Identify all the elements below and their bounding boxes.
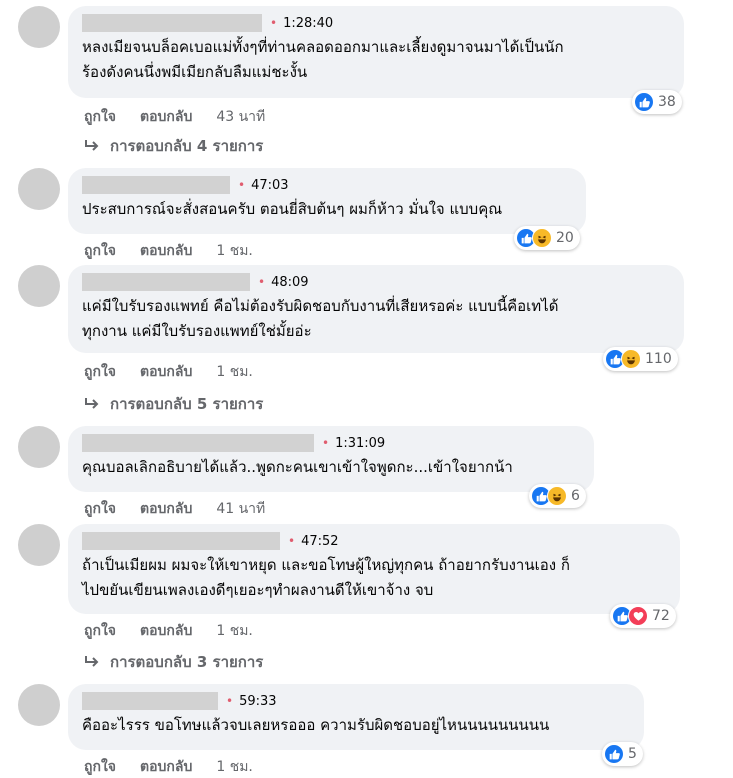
comment-text: คืออะไรรร ขอโทษแล้วจบเลยหรอออ ความรับผิด… (82, 716, 550, 734)
reaction-count: 6 (571, 488, 580, 504)
like-button[interactable]: ถูกใจ (84, 361, 116, 383)
comment-time[interactable]: 48:09 (271, 275, 308, 290)
comment-bubble: • 1:31:09 คุณบอลเลิกอธิบายได้แล้ว..พูดกะ… (68, 426, 594, 492)
reply-arrow-icon (85, 656, 99, 667)
dot-separator: • (288, 534, 296, 548)
view-replies-link[interactable]: การตอบกลับ 4 รายการ (84, 134, 263, 158)
reaction-count: 110 (645, 351, 672, 367)
reply-button[interactable]: ตอบกลับ (140, 106, 192, 128)
like-reaction-icon (604, 744, 624, 764)
comment-bubble: • 59:33 คืออะไรรร ขอโทษแล้วจบเลยหรอออ คว… (68, 684, 644, 750)
reaction-summary[interactable]: 110 (603, 347, 678, 371)
comment-text: ถ้าเป็นเมียผม ผมจะให้เขาหยุด และขอโทษผู้… (82, 556, 570, 599)
comment-time[interactable]: 47:03 (251, 178, 288, 193)
commenter-name-redacted[interactable] (82, 434, 314, 452)
avatar[interactable] (18, 426, 60, 468)
replies-label: การตอบกลับ 3 รายการ (110, 653, 264, 671)
view-replies-link[interactable]: การตอบกลับ 3 รายการ (84, 650, 263, 674)
comment-bubble: • 48:09 แค่มีใบรับรองแพทย์ คือไม่ต้องรับ… (68, 265, 684, 353)
comment-age[interactable]: 1 ชม. (216, 620, 253, 642)
commenter-name-redacted[interactable] (82, 176, 230, 194)
dot-separator: • (322, 436, 330, 450)
comment-text: แค่มีใบรับรองแพทย์ คือไม่ต้องรับผิดชอบกั… (82, 297, 559, 340)
reaction-summary[interactable]: 6 (529, 484, 586, 508)
reaction-count: 20 (556, 230, 574, 246)
dot-separator: • (226, 694, 234, 708)
reaction-summary[interactable]: 38 (632, 90, 682, 114)
avatar[interactable] (18, 684, 60, 726)
reaction-count: 72 (652, 608, 670, 624)
comment-time[interactable]: 47:52 (301, 534, 338, 549)
dot-separator: • (238, 178, 246, 192)
avatar[interactable] (18, 6, 60, 48)
reply-button[interactable]: ตอบกลับ (140, 240, 192, 262)
comment-time[interactable]: 59:33 (239, 694, 276, 709)
comment-text: คุณบอลเลิกอธิบายได้แล้ว..พูดกะคนเขาเข้าใ… (82, 458, 513, 476)
reply-arrow-icon (85, 140, 99, 151)
commenter-name-redacted[interactable] (82, 692, 218, 710)
comment-actions: ถูกใจ ตอบกลับ 43 นาที (84, 106, 265, 128)
comment-age[interactable]: 1 ชม. (216, 361, 253, 383)
comment-bubble: • 47:03 ประสบการณ์จะสั่งสอนครับ ตอนยี่สิ… (68, 168, 586, 234)
comment-text: ประสบการณ์จะสั่งสอนครับ ตอนยี่สิบต้นๆ ผม… (82, 200, 503, 218)
comment-age[interactable]: 43 นาที (216, 106, 265, 128)
reaction-count: 5 (628, 746, 637, 762)
reaction-summary[interactable]: 20 (514, 226, 580, 250)
dot-separator: • (258, 275, 266, 289)
comment-actions: ถูกใจ ตอบกลับ 1 ชม. (84, 620, 253, 642)
reaction-summary[interactable]: 5 (602, 742, 643, 766)
comment-actions: ถูกใจ ตอบกลับ 1 ชม. (84, 361, 253, 383)
like-button[interactable]: ถูกใจ (84, 498, 116, 520)
reaction-count: 38 (658, 94, 676, 110)
comment-time[interactable]: 1:28:40 (283, 16, 333, 31)
love-reaction-icon (628, 606, 648, 626)
reply-button[interactable]: ตอบกลับ (140, 498, 192, 520)
comment-bubble: • 1:28:40 หลงเมียจนบล็อคเบอแม่ทั้งๆที่ท่… (68, 6, 684, 98)
reaction-summary[interactable]: 72 (610, 604, 676, 628)
like-button[interactable]: ถูกใจ (84, 106, 116, 128)
like-reaction-icon (634, 92, 654, 112)
reply-button[interactable]: ตอบกลับ (140, 361, 192, 383)
replies-label: การตอบกลับ 5 รายการ (110, 395, 264, 413)
view-replies-link[interactable]: การตอบกลับ 5 รายการ (84, 392, 263, 416)
comment-bubble: • 47:52 ถ้าเป็นเมียผม ผมจะให้เขาหยุด และ… (68, 524, 680, 614)
comment-age[interactable]: 41 นาที (216, 498, 265, 520)
reply-button[interactable]: ตอบกลับ (140, 620, 192, 642)
haha-reaction-icon (547, 486, 567, 506)
comment-actions: ถูกใจ ตอบกลับ 1 ชม. (84, 240, 253, 262)
avatar[interactable] (18, 524, 60, 566)
commenter-name-redacted[interactable] (82, 14, 262, 32)
commenter-name-redacted[interactable] (82, 273, 250, 291)
commenter-name-redacted[interactable] (82, 532, 280, 550)
haha-reaction-icon (532, 228, 552, 248)
dot-separator: • (270, 16, 278, 30)
comment-actions: ถูกใจ ตอบกลับ 41 นาที (84, 498, 265, 520)
comment-text: หลงเมียจนบล็อคเบอแม่ทั้งๆที่ท่านคลอดออกม… (82, 38, 564, 81)
reply-arrow-icon (85, 398, 99, 409)
avatar[interactable] (18, 265, 60, 307)
haha-reaction-icon (621, 349, 641, 369)
like-button[interactable]: ถูกใจ (84, 240, 116, 262)
comment-age[interactable]: 1 ชม. (216, 240, 253, 262)
avatar[interactable] (18, 168, 60, 210)
replies-label: การตอบกลับ 4 รายการ (110, 137, 264, 155)
like-button[interactable]: ถูกใจ (84, 620, 116, 642)
comment-time[interactable]: 1:31:09 (335, 436, 385, 451)
